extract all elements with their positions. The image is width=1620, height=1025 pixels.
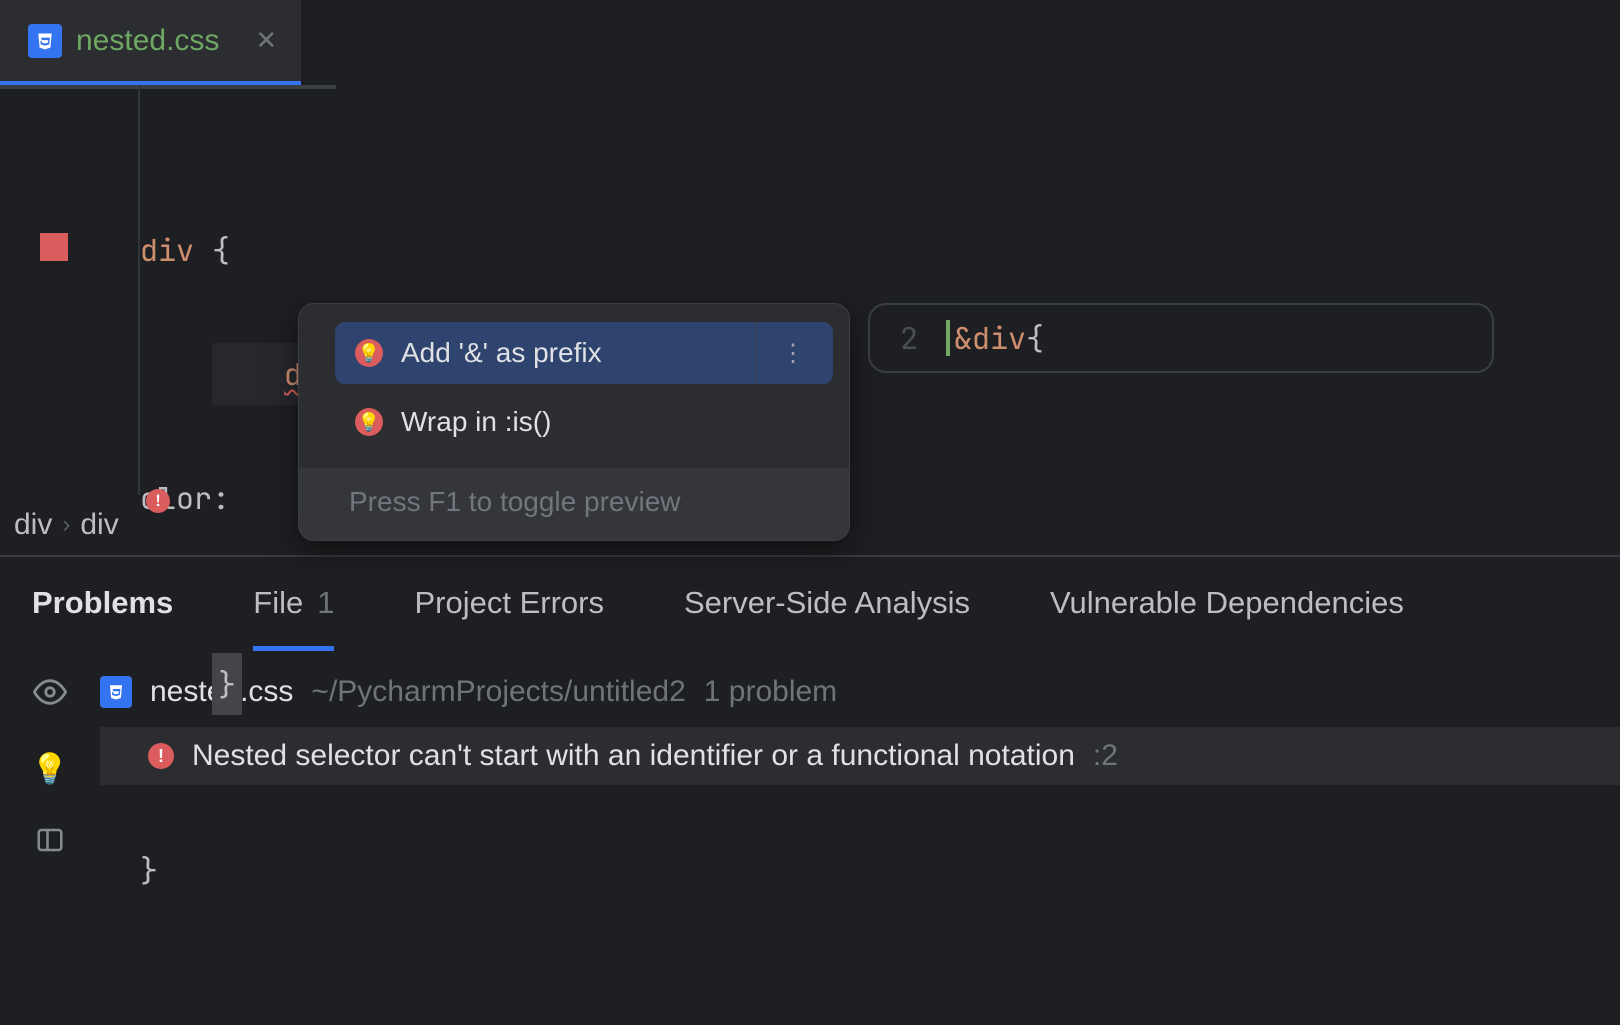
breadcrumb-item[interactable]: div [14, 508, 52, 542]
side-panel-icon[interactable] [35, 825, 65, 860]
error-bulb-icon: 💡 [355, 339, 383, 367]
tab-project-errors[interactable]: Project Errors [414, 557, 603, 649]
breadcrumb-item[interactable]: div [80, 508, 118, 542]
tab-server-side-analysis[interactable]: Server-Side Analysis [684, 557, 970, 649]
problems-title[interactable]: Problems [32, 557, 173, 649]
intention-actions-popup: 💡 Add '&' as prefix ⋮ 💡 Wrap in :is() Pr… [298, 303, 850, 541]
editor-gutter [0, 85, 140, 495]
css-file-icon [100, 676, 132, 708]
tab-vulnerable-dependencies[interactable]: Vulnerable Dependencies [1050, 557, 1404, 649]
css-file-icon [28, 24, 62, 58]
bulb-icon[interactable]: 💡 [31, 752, 68, 787]
tab-file[interactable]: File 1 [253, 557, 334, 649]
more-actions-button[interactable]: ⋮ [756, 322, 807, 384]
code-editor[interactable]: div { div { c!lor: } } 💡 Add '&' as pref… [0, 85, 1620, 495]
color-swatch-icon[interactable] [40, 233, 68, 261]
tab-close-button[interactable]: ✕ [255, 25, 277, 56]
issue-location: :2 [1093, 739, 1118, 773]
tab-filename: nested.css [76, 24, 219, 58]
error-bulb-icon: 💡 [355, 408, 383, 436]
editor-tab[interactable]: nested.css ✕ [0, 0, 301, 85]
problems-count: 1 problem [704, 675, 837, 709]
preview-line-number: 2 [900, 318, 918, 358]
intention-label: Add '&' as prefix [401, 337, 602, 369]
insertion-marker-icon [946, 320, 950, 356]
intention-footer-hint: Press F1 to toggle preview [299, 468, 849, 540]
error-icon[interactable]: ! [146, 489, 170, 513]
code-selector: div [140, 230, 194, 270]
intention-preview: 2 & div { [868, 303, 1494, 373]
eye-icon[interactable] [33, 675, 67, 714]
intention-wrap-is[interactable]: 💡 Wrap in :is() [299, 390, 849, 454]
chevron-right-icon: › [62, 511, 70, 539]
intention-add-amp-prefix[interactable]: 💡 Add '&' as prefix ⋮ [335, 322, 833, 384]
intention-label: Wrap in :is() [401, 406, 551, 438]
